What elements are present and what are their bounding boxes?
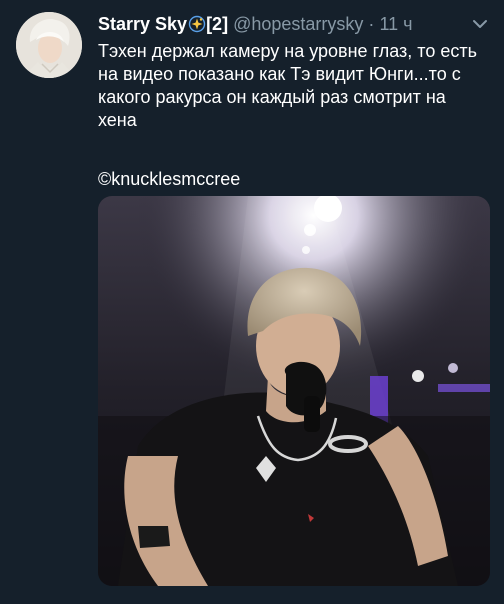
- tweet-credit: ©knucklesmccree: [98, 169, 241, 189]
- tweet-header: Starry Sky [2] @hopestarrysky · 11 ч: [98, 13, 464, 37]
- separator-dot: ·: [368, 14, 375, 34]
- tweet-media-photo[interactable]: [98, 196, 490, 586]
- tweet-card: Starry Sky [2] @hopestarrysky · 11 ч Тэхе…: [0, 0, 504, 604]
- timestamp[interactable]: 11 ч: [379, 14, 412, 34]
- tweet-text: Тэхен держал камеру на уровне глаз, то е…: [98, 41, 477, 130]
- display-name[interactable]: Starry Sky: [98, 14, 187, 34]
- chevron-down-icon[interactable]: [472, 17, 488, 29]
- avatar[interactable]: [16, 12, 82, 78]
- avatar-image: [16, 12, 82, 78]
- photo-scene: [98, 196, 490, 586]
- name-badge: [2]: [206, 14, 229, 34]
- user-handle[interactable]: @hopestarrysky: [233, 14, 363, 34]
- sparkle-icon: [188, 15, 206, 33]
